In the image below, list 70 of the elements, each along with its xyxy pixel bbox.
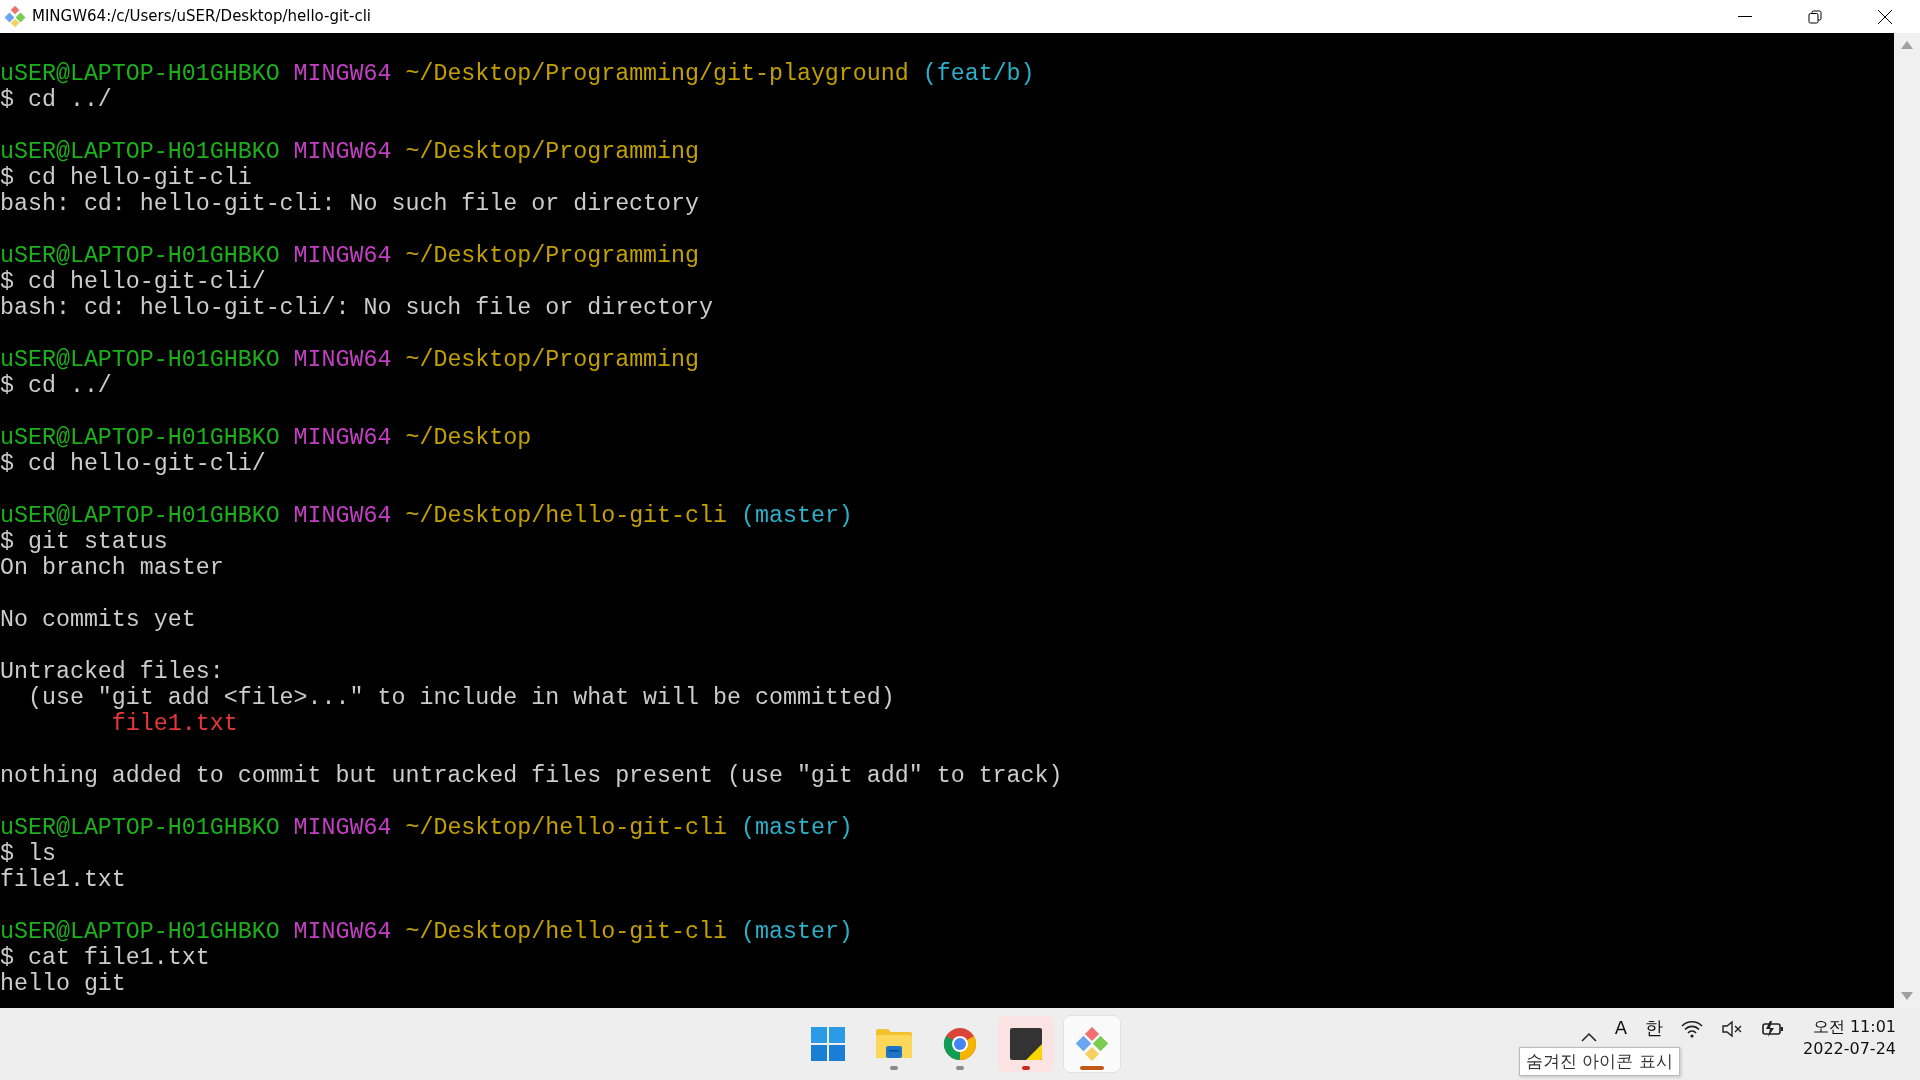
terminal-line: (use "git add <file>..." to include in what will be committed) <box>26 685 895 711</box>
prompt-path: ~/Desktop/Programming <box>405 347 700 373</box>
terminal-line: hello git <box>0 971 126 997</box>
terminal-line: bash: cd: hello-git-cli: No such file or directory <box>0 191 700 217</box>
prompt-path: ~/Desktop/Programming <box>405 139 700 165</box>
prompt-host: MINGW64 <box>293 139 392 165</box>
ime-indicator[interactable]: 한 <box>1645 1016 1663 1040</box>
scroll-down-icon[interactable] <box>1901 992 1913 1000</box>
app-icon <box>4 5 26 28</box>
prompt-host: MINGW64 <box>293 815 392 841</box>
prompt-user: uSER@LAPTOP-H01GHBKO <box>0 815 280 841</box>
terminal-line: No commits yet <box>0 607 196 633</box>
prompt-path: ~/Desktop/hello-git-cli <box>405 919 727 945</box>
prompt-user: uSER@LAPTOP-H01GHBKO <box>0 347 280 373</box>
git-bash-button[interactable] <box>1064 1016 1120 1072</box>
prompt-user: uSER@LAPTOP-H01GHBKO <box>0 61 280 87</box>
terminal-line: $ cd ../ <box>0 373 112 399</box>
prompt-path: ~/Desktop/hello-git-cli <box>405 503 727 529</box>
wifi-icon[interactable] <box>1681 1020 1703 1038</box>
sticky-note-icon <box>1010 1028 1042 1060</box>
start-icon <box>811 1027 845 1061</box>
prompt-branch: (master) <box>741 815 853 841</box>
window-title: MINGW64:/c/Users/uSER/Desktop/hello-git-cli <box>32 6 371 28</box>
terminal-line: On branch master <box>0 555 224 581</box>
prompt-host: MINGW64 <box>293 503 392 529</box>
prompt-branch: (master) <box>741 503 853 529</box>
terminal-line: $ cat file1.txt <box>0 945 210 971</box>
untracked-file: file1.txt <box>110 711 238 737</box>
terminal-line: $ git status <box>0 529 168 555</box>
prompt-path: ~/Desktop/hello-git-cli <box>405 815 727 841</box>
scrollbar[interactable] <box>1894 33 1920 1008</box>
scroll-up-icon[interactable] <box>1901 41 1913 49</box>
prompt-host: MINGW64 <box>293 61 392 87</box>
browser-icon <box>943 1027 977 1061</box>
terminal-line: $ cd ../ <box>0 87 112 113</box>
terminal-line: file1.txt <box>0 867 126 893</box>
terminal-line: $ cd hello-git-cli/ <box>0 451 266 477</box>
prompt-user: uSER@LAPTOP-H01GHBKO <box>0 139 280 165</box>
prompt-user: uSER@LAPTOP-H01GHBKO <box>0 243 280 269</box>
folder-icon <box>876 1028 912 1060</box>
prompt-user: uSER@LAPTOP-H01GHBKO <box>0 425 280 451</box>
terminal-line: $ cd hello-git-cli/ <box>0 269 266 295</box>
prompt-host: MINGW64 <box>293 425 392 451</box>
terminal-line: $ ls <box>0 841 56 867</box>
chevron-up-icon[interactable] <box>1580 1032 1597 1042</box>
terminal-line: nothing added to commit but untracked files present (use "git add" to track) <box>0 763 1063 789</box>
prompt-host: MINGW64 <box>293 919 392 945</box>
prompt-branch: (master) <box>741 919 853 945</box>
clock-date[interactable]: 2022-07-24 <box>1803 1038 1896 1060</box>
prompt-branch: (feat/b) <box>922 61 1035 87</box>
tooltip: 숨겨진 아이콘 표시 <box>1519 1046 1680 1076</box>
prompt-user: uSER@LAPTOP-H01GHBKO <box>0 503 280 529</box>
minimize-icon[interactable] <box>1738 15 1752 18</box>
terminal-line: $ cd hello-git-cli <box>0 165 252 191</box>
speaker-muted-icon[interactable] <box>1721 1020 1743 1038</box>
terminal-line: bash: cd: hello-git-cli/: No such file or directory <box>0 295 713 321</box>
prompt-host: MINGW64 <box>293 347 392 373</box>
prompt-user: uSER@LAPTOP-H01GHBKO <box>0 919 280 945</box>
restore-icon[interactable] <box>1808 9 1822 24</box>
sticky-notes-button[interactable] <box>998 1016 1054 1072</box>
close-icon[interactable] <box>1878 9 1892 24</box>
prompt-path: ~/Desktop <box>405 425 532 451</box>
git-bash-icon <box>1075 1027 1109 1061</box>
prompt-host: MINGW64 <box>293 243 392 269</box>
prompt-path: ~/Desktop/Programming <box>405 243 700 269</box>
battery-icon[interactable] <box>1761 1020 1785 1038</box>
prompt-path: ~/Desktop/Programming/git-playground <box>405 61 909 87</box>
terminal-line: Untracked files: <box>0 659 224 685</box>
clock-time[interactable]: 오전 11:01 <box>1803 1016 1896 1038</box>
input-mode-indicator[interactable]: A <box>1614 1016 1627 1040</box>
